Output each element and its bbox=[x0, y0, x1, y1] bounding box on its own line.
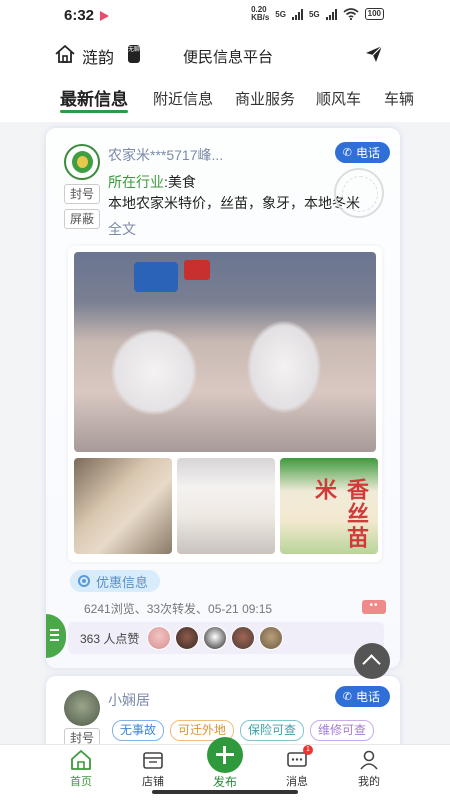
post-username[interactable]: 小娴居 bbox=[108, 690, 150, 710]
tab-rideshare[interactable]: 顺风车 bbox=[316, 88, 361, 109]
tab-latest[interactable]: 最新信息 bbox=[60, 85, 128, 110]
feature-tag: 无事故 bbox=[112, 720, 165, 741]
post-card[interactable]: 农家米***5717峰... ✆ 电话 封号 屏蔽 所在行业:美食 本地农家米特… bbox=[46, 128, 400, 668]
tab-vehicles[interactable]: 车辆 bbox=[384, 88, 414, 109]
phone-icon: ✆ bbox=[342, 691, 352, 703]
liker-avatar bbox=[259, 626, 284, 650]
post-photo-thumb[interactable]: 香丝苗米 bbox=[280, 458, 378, 554]
post-username[interactable]: 农家米***5717峰... bbox=[108, 145, 223, 165]
wifi-icon bbox=[343, 8, 359, 20]
seal-stamp-icon bbox=[334, 168, 384, 218]
signal-icon-2 bbox=[325, 8, 337, 20]
photo-pail bbox=[184, 260, 210, 280]
shop-icon bbox=[143, 752, 163, 769]
phone-icon: ✆ bbox=[342, 147, 352, 159]
promo-tag[interactable]: 优惠信息 bbox=[70, 570, 161, 592]
page-title: 便民信息平台 bbox=[183, 49, 274, 66]
industry-label: 所在行业 bbox=[108, 174, 164, 190]
app-header: 涟韵 无聊 便民信息平台 bbox=[0, 32, 450, 76]
network-5g-label-2: 5G bbox=[308, 9, 320, 19]
nav-shop[interactable]: 店铺 bbox=[123, 747, 183, 789]
post-photo-thumb[interactable] bbox=[74, 458, 172, 554]
likes-count: 363 人点赞 bbox=[80, 631, 140, 646]
nav-mine[interactable]: 我的 bbox=[339, 747, 399, 789]
city-badge: 无聊 bbox=[128, 45, 140, 63]
battery-indicator: 100 bbox=[364, 8, 384, 20]
home-indicator bbox=[152, 790, 298, 794]
nav-messages[interactable]: 消息 bbox=[267, 747, 327, 789]
photo-gallery: 香丝苗米 bbox=[68, 246, 382, 562]
message-badge: 1 bbox=[303, 745, 313, 755]
publish-button[interactable] bbox=[207, 737, 243, 773]
network-5g-label: 5G bbox=[275, 9, 286, 19]
send-icon[interactable] bbox=[364, 44, 384, 64]
call-button[interactable]: ✆ 电话 bbox=[334, 686, 390, 707]
post-photo-main[interactable] bbox=[74, 252, 376, 452]
block-user-button[interactable]: 封号 bbox=[64, 184, 100, 204]
post-stats: 6241浏览、33次转发、05-21 09:15 bbox=[84, 602, 273, 616]
feature-tag: 维修可查 bbox=[310, 720, 375, 741]
status-bar: 6:32 0.20 KB/s 5G 5G 100 bbox=[0, 0, 450, 32]
hide-post-button[interactable]: 屏蔽 bbox=[64, 209, 100, 229]
tab-active-indicator bbox=[60, 110, 128, 113]
liker-avatar bbox=[147, 626, 172, 650]
photo-stool bbox=[134, 262, 178, 292]
scroll-to-top-button[interactable] bbox=[354, 643, 390, 679]
rice-bag-text: 香丝苗米 bbox=[312, 478, 369, 550]
tab-nearby[interactable]: 附近信息 bbox=[153, 88, 213, 109]
home-icon[interactable] bbox=[54, 43, 76, 65]
signal-icon bbox=[291, 8, 303, 20]
publish-label: 发布 bbox=[212, 775, 237, 789]
tab-business[interactable]: 商业服务 bbox=[235, 88, 295, 109]
avatar[interactable] bbox=[64, 144, 100, 180]
promo-icon bbox=[78, 575, 90, 587]
more-options-button[interactable]: •• bbox=[362, 600, 386, 614]
likes-bar[interactable]: 363 人点赞 bbox=[68, 622, 384, 654]
status-time: 6:32 bbox=[64, 7, 95, 24]
post-photo-thumb[interactable] bbox=[177, 458, 275, 554]
industry-line: 所在行业:美食 bbox=[108, 174, 196, 190]
post-card[interactable]: 小娴居 ✆ 电话 封号 无事故 可迁外地 保险可查 维修可查 bbox=[46, 676, 400, 744]
feature-tag: 保险可查 bbox=[240, 720, 305, 741]
home-nav-icon bbox=[71, 750, 91, 770]
post-description: 本地农家米特价，丝苗，象牙，本地冬米 bbox=[108, 195, 360, 211]
user-icon bbox=[360, 750, 378, 770]
liker-avatar bbox=[231, 626, 256, 650]
liker-avatar bbox=[203, 626, 228, 650]
call-button[interactable]: ✆ 电话 bbox=[334, 142, 390, 163]
nav-home[interactable]: 首页 bbox=[51, 747, 111, 789]
status-icons: 0.20 KB/s 5G 5G 100 bbox=[251, 6, 384, 22]
industry-value: 美食 bbox=[167, 174, 196, 190]
full-text-link[interactable]: 全文 bbox=[108, 219, 136, 239]
block-user-button[interactable]: 封号 bbox=[64, 728, 100, 744]
network-speed: 0.20 KB/s bbox=[251, 5, 270, 22]
avatar[interactable] bbox=[64, 690, 100, 726]
category-tabs: 最新信息 附近信息 商业服务 顺风车 车辆 bbox=[0, 76, 450, 122]
liker-avatar bbox=[175, 626, 200, 650]
media-play-icon bbox=[100, 11, 109, 21]
city-selector[interactable]: 涟韵 bbox=[82, 44, 114, 68]
